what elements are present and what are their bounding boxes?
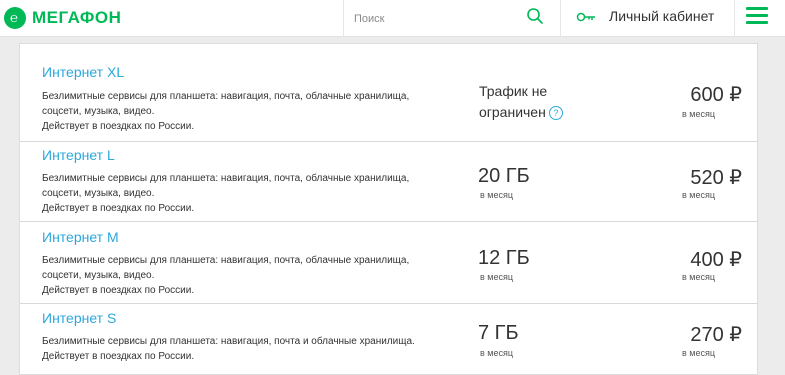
tariff-description: Безлимитные сервисы для планшета: навига… [42, 253, 442, 298]
traffic-text-line: ограничен [479, 104, 546, 120]
description-line: соцсети, музыка, видео. [42, 270, 155, 281]
header-divider [560, 0, 561, 36]
description-line: соцсети, музыка, видео. [42, 106, 155, 117]
tariff-list: Интернет XL Безлимитные сервисы для план… [19, 43, 758, 375]
description-line: Действует в поездках по России. [42, 351, 195, 362]
tariff-name-link[interactable]: Интернет M [42, 229, 119, 245]
description-line: Безлимитные сервисы для планшета: навига… [42, 336, 415, 347]
traffic-amount: 20 ГБ [478, 165, 530, 187]
tariff-row: Интернет L Безлимитные сервисы для планш… [20, 141, 757, 222]
key-icon [576, 12, 595, 22]
tariff-row: Интернет M Безлимитные сервисы для планш… [20, 221, 757, 304]
personal-account-link[interactable]: Личный кабинет [609, 8, 714, 24]
megafon-logo[interactable]: ℮ МегаФон [4, 7, 121, 29]
tariff-name-link[interactable]: Интернет S [42, 310, 116, 326]
price: 600 ₽ [690, 84, 742, 106]
traffic-amount: 12 ГБ [478, 247, 530, 269]
traffic-unlimited: Трафик не ограничен? [479, 81, 599, 123]
tariff-name-link[interactable]: Интернет XL [42, 64, 124, 80]
help-icon[interactable]: ? [548, 106, 563, 120]
tariff-row: Интернет S Безлимитные сервисы для планш… [20, 303, 757, 374]
description-line: Безлимитные сервисы для планшета: навига… [42, 173, 410, 184]
hamburger-menu-icon[interactable] [746, 7, 768, 27]
traffic-text-line: Трафик не [479, 83, 548, 99]
traffic-unit: в месяц [480, 190, 514, 200]
price: 270 ₽ [690, 324, 742, 346]
site-header: ℮ МегаФон Личный кабинет [0, 0, 785, 37]
search-icon[interactable] [526, 7, 544, 25]
search-input[interactable] [352, 8, 516, 30]
tariff-row: Интернет XL Безлимитные сервисы для план… [20, 44, 757, 142]
description-line: Безлимитные сервисы для планшета: навига… [42, 255, 410, 266]
header-divider [734, 0, 735, 36]
megafon-logo-icon: ℮ [4, 7, 26, 29]
price-unit: в месяц [682, 348, 716, 358]
price-unit: в месяц [682, 109, 716, 119]
description-line: Действует в поездках по России. [42, 121, 195, 132]
description-line: соцсети, музыка, видео. [42, 188, 155, 199]
traffic-unit: в месяц [480, 272, 514, 282]
description-line: Действует в поездках по России. [42, 203, 195, 214]
header-divider [343, 0, 344, 36]
price-unit: в месяц [682, 190, 716, 200]
description-line: Действует в поездках по России. [42, 285, 195, 296]
tariff-description: Безлимитные сервисы для планшета: навига… [42, 334, 462, 364]
tariff-description: Безлимитные сервисы для планшета: навига… [42, 171, 442, 216]
price: 400 ₽ [690, 249, 742, 271]
description-line: Безлимитные сервисы для планшета: навига… [42, 91, 410, 102]
traffic-unit: в месяц [480, 348, 514, 358]
price-unit: в месяц [682, 272, 716, 282]
traffic-amount: 7 ГБ [478, 322, 519, 344]
tariff-description: Безлимитные сервисы для планшета: навига… [42, 89, 442, 134]
tariff-name-link[interactable]: Интернет L [42, 147, 115, 163]
price: 520 ₽ [690, 167, 742, 189]
logo-text: МегаФон [32, 8, 122, 27]
